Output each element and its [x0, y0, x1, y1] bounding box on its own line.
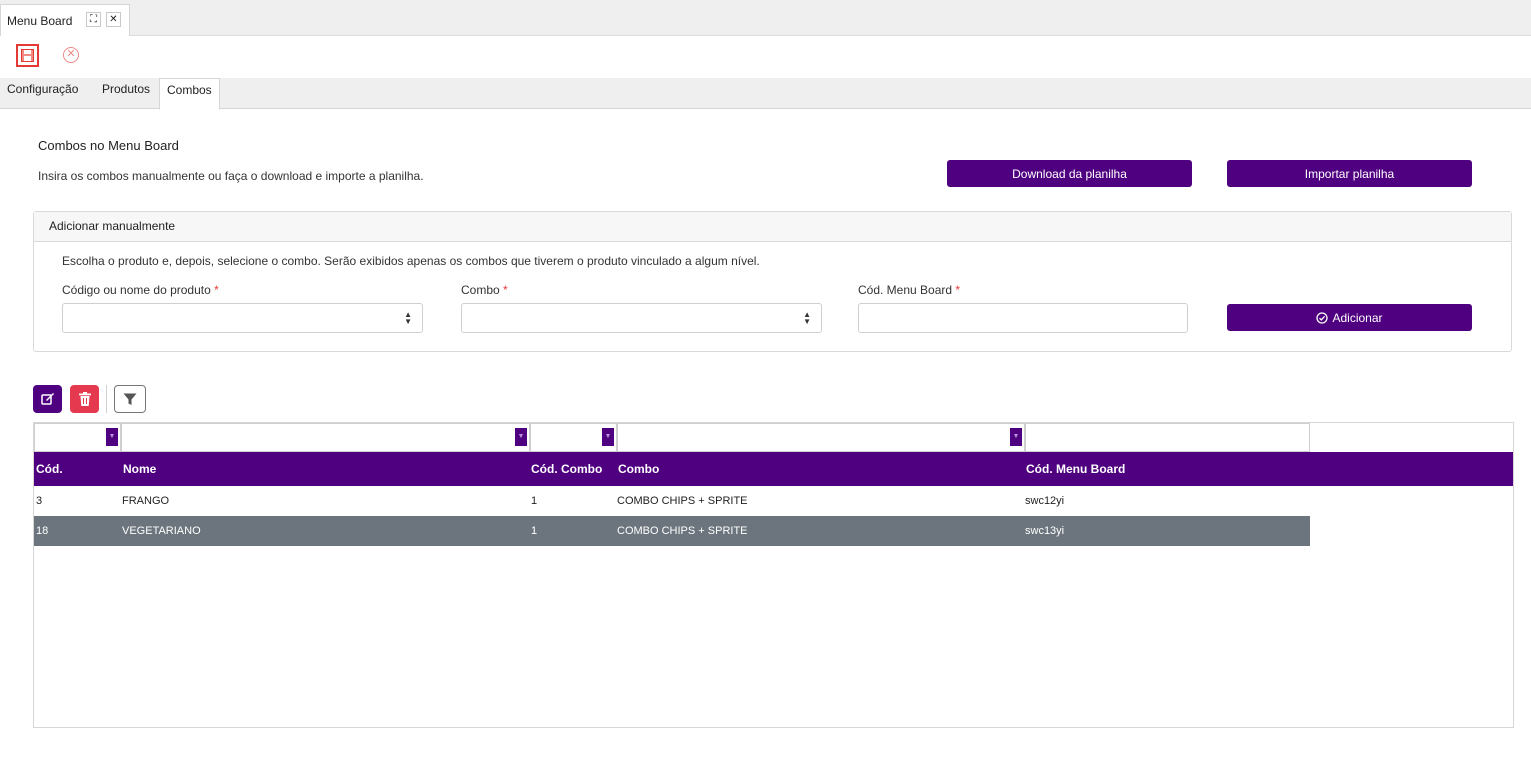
column-header-cod-combo[interactable]: Cód. Combo: [531, 452, 602, 486]
product-select[interactable]: ▲ ▼: [62, 303, 423, 333]
cell-nome: FRANGO: [122, 495, 170, 507]
cell-cod-combo: 1: [531, 495, 538, 507]
cell-cod-combo: 1: [531, 525, 538, 537]
tab-configuracao[interactable]: Configuração: [0, 78, 85, 109]
manual-add-panel: Adicionar manualmente Escolha o produto …: [33, 211, 1512, 352]
manual-add-description: Escolha o produto e, depois, selecione o…: [62, 254, 760, 268]
cell-cod-menu-board: swc13yi: [1025, 525, 1065, 537]
filter-dropdown-icon[interactable]: ▼: [106, 428, 118, 446]
cell-cod: 3: [36, 495, 43, 507]
code-field-label: Cód. Menu Board *: [858, 283, 961, 297]
filter-dropdown-icon[interactable]: ▼: [602, 428, 614, 446]
delete-button[interactable]: [70, 385, 99, 413]
grid-header-row: Cód. Nome Cód. Combo Combo Cód. Menu Boa…: [34, 452, 1513, 486]
filter-button[interactable]: [114, 385, 146, 413]
manual-add-title: Adicionar manualmente: [34, 212, 1511, 242]
cell-cod-menu-board: swc12yi: [1025, 495, 1065, 507]
toolbar-divider: [106, 385, 107, 413]
cell-combo: COMBO CHIPS + SPRITE: [617, 525, 748, 537]
combo-field-label: Combo *: [461, 283, 508, 297]
check-circle-icon: [1316, 311, 1329, 324]
import-spreadsheet-button[interactable]: Importar planilha: [1227, 160, 1472, 187]
cell-cod: 18: [36, 525, 49, 537]
tab-combos[interactable]: Combos: [159, 78, 220, 110]
filter-cell-nome[interactable]: ▼: [121, 423, 530, 452]
cell-nome: VEGETARIANO: [122, 525, 201, 537]
combo-select[interactable]: ▲ ▼: [461, 303, 822, 333]
select-arrows-icon: ▲ ▼: [803, 310, 811, 326]
download-spreadsheet-button[interactable]: Download da planilha: [947, 160, 1192, 187]
tab-produtos[interactable]: Produtos: [95, 78, 157, 109]
table-row-selected[interactable]: 18 VEGETARIANO 1 COMBO CHIPS + SPRITE sw…: [34, 516, 1310, 546]
download-label: Download da planilha: [1012, 166, 1127, 181]
save-button[interactable]: [16, 44, 39, 67]
trash-icon: [78, 392, 91, 406]
column-header-combo[interactable]: Combo: [618, 452, 659, 486]
column-header-cod-menu-board[interactable]: Cód. Menu Board: [1026, 452, 1125, 486]
filter-cell-cod[interactable]: ▼: [34, 423, 121, 452]
close-icon[interactable]: ✕: [106, 12, 121, 27]
window-tab-title: Menu Board: [7, 14, 73, 28]
cell-combo: COMBO CHIPS + SPRITE: [617, 495, 748, 507]
column-header-nome[interactable]: Nome: [123, 452, 156, 486]
section-tabs: Configuração Produtos Combos: [0, 78, 1531, 110]
filter-cell-cod-menu-board[interactable]: [1025, 423, 1310, 452]
window-tab-menu-board[interactable]: Menu Board ⛶ ✕: [0, 4, 130, 37]
filter-dropdown-icon[interactable]: ▼: [1010, 428, 1022, 446]
section-description: Insira os combos manualmente ou faça o d…: [38, 169, 424, 183]
save-icon: [21, 49, 34, 62]
filter-cell-cod-combo[interactable]: ▼: [530, 423, 617, 452]
expand-icon[interactable]: ⛶: [86, 12, 101, 27]
add-button[interactable]: Adicionar: [1227, 304, 1472, 331]
filter-icon: [123, 393, 137, 405]
filter-cell-combo[interactable]: ▼: [617, 423, 1025, 452]
edit-button[interactable]: [33, 385, 62, 413]
table-row[interactable]: 3 FRANGO 1 COMBO CHIPS + SPRITE swc12yi: [34, 486, 1310, 516]
import-label: Importar planilha: [1304, 166, 1395, 181]
add-label: Adicionar: [1332, 310, 1383, 325]
combos-grid: ▼ ▼ ▼ ▼ Cód. Nome Cód. Combo Combo Cód. …: [33, 422, 1514, 728]
column-header-cod[interactable]: Cód.: [36, 452, 63, 486]
toolbar: ✕: [0, 36, 1531, 78]
select-arrows-icon: ▲ ▼: [404, 310, 412, 326]
cancel-icon: ✕: [66, 48, 76, 60]
window-tab-strip: Menu Board ⛶ ✕: [0, 0, 1531, 37]
cancel-button[interactable]: ✕: [63, 47, 79, 63]
menu-board-code-input[interactable]: [858, 303, 1188, 333]
section-title: Combos no Menu Board: [38, 138, 179, 153]
edit-icon: [40, 393, 54, 405]
product-field-label: Código ou nome do produto *: [62, 283, 219, 297]
filter-dropdown-icon[interactable]: ▼: [515, 428, 527, 446]
